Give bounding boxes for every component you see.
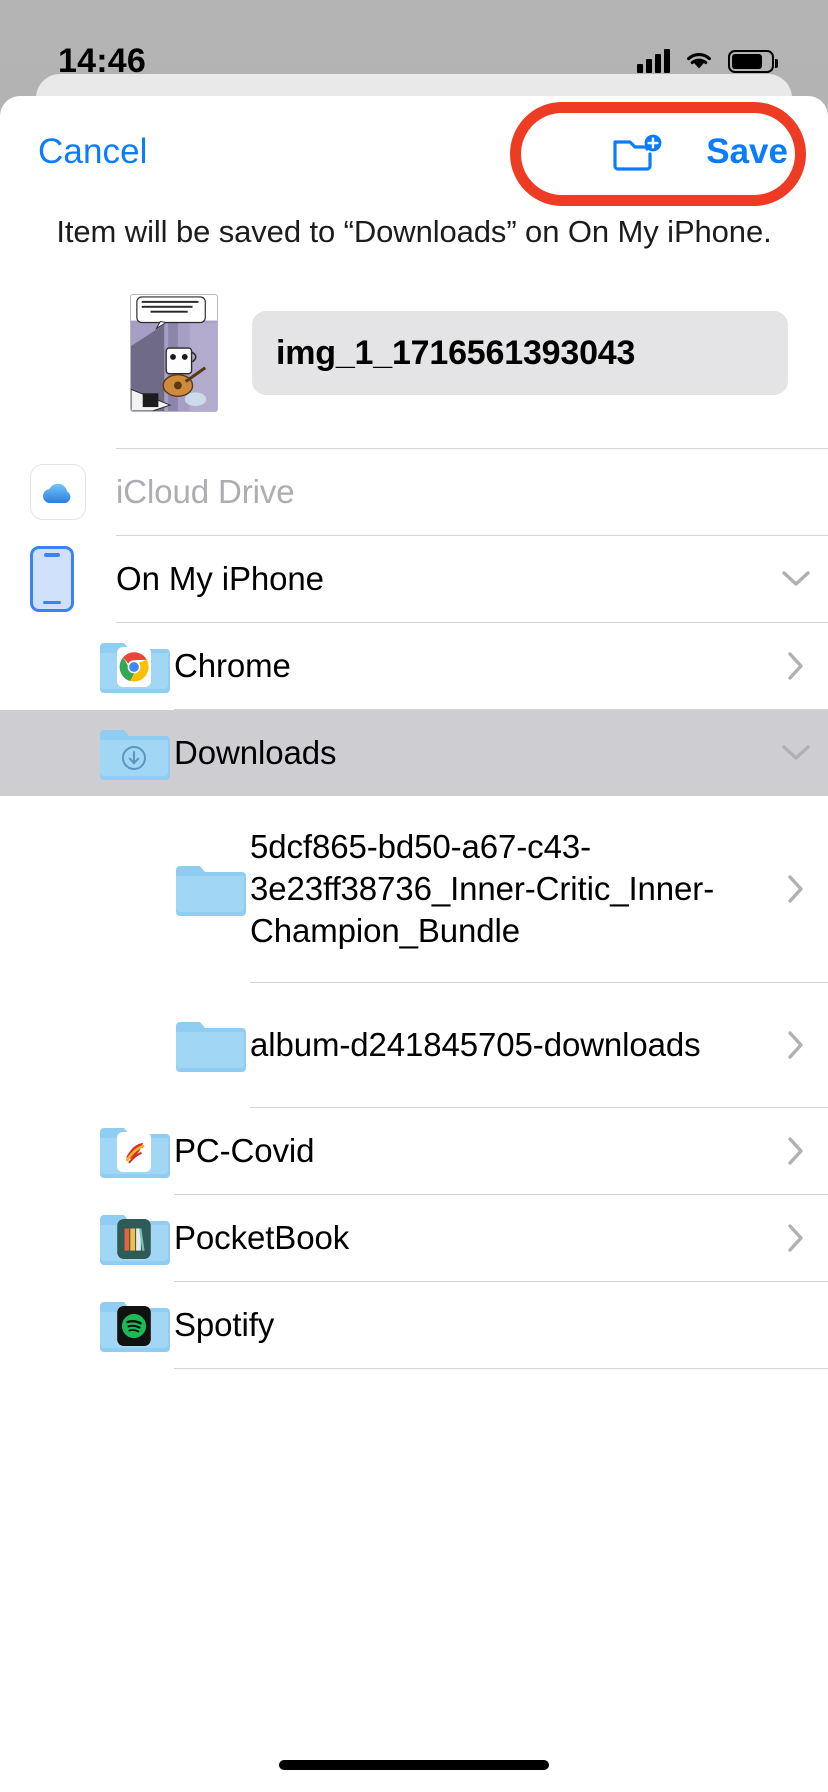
- list-item-label: Spotify: [174, 1305, 275, 1343]
- sidebar-item-icloud-drive[interactable]: iCloud Drive: [0, 449, 828, 535]
- folder-spotify-icon: [98, 1296, 170, 1354]
- folder-icon: [174, 860, 246, 918]
- sidebar-item-spotify[interactable]: Spotify: [0, 1282, 828, 1368]
- row-icon-slot: [0, 637, 174, 695]
- iphone-icon: [30, 546, 74, 612]
- status-indicators: [637, 49, 778, 73]
- sidebar-item-bundle-folder[interactable]: 5dcf865-bd50-a67-c43-3e23ff38736_Inner-C…: [0, 796, 828, 982]
- row-icon-slot: [0, 546, 116, 612]
- row-icon-slot: [0, 724, 174, 782]
- spotify-logo-icon: [117, 1306, 151, 1347]
- cancel-button[interactable]: Cancel: [38, 132, 148, 172]
- list-item-label: album-d241845705-downloads: [250, 1025, 701, 1063]
- chevron-right-icon[interactable]: [764, 651, 828, 681]
- save-sheet: Cancel Save Item will be saved to “Downl…: [0, 96, 828, 1792]
- list-item-label: iCloud Drive: [116, 472, 295, 510]
- navbar-right-actions: Save: [612, 131, 788, 173]
- sidebar-item-pocketbook[interactable]: PocketBook: [0, 1195, 828, 1281]
- list-item-wrapper: iCloud Drive: [0, 449, 828, 536]
- chevron-down-icon[interactable]: [764, 744, 828, 762]
- sidebar-item-on-my-iphone[interactable]: On My iPhone: [0, 536, 828, 622]
- sidebar-item-downloads[interactable]: Downloads: [0, 710, 828, 796]
- list-item-label: Downloads: [174, 733, 337, 771]
- sidebar-item-chrome[interactable]: Chrome: [0, 623, 828, 709]
- list-item-wrapper: PC-Covid: [0, 1108, 828, 1195]
- list-item-label: 5dcf865-bd50-a67-c43-3e23ff38736_Inner-C…: [250, 827, 715, 950]
- chevron-right-icon[interactable]: [764, 1223, 828, 1253]
- pccovid-logo-icon: [117, 1132, 151, 1173]
- row-icon-slot: [0, 1122, 174, 1180]
- pocketbook-logo-icon: [117, 1219, 151, 1260]
- list-item-label: PC-Covid: [174, 1131, 315, 1169]
- list-item-wrapper: Chrome: [0, 623, 828, 710]
- save-destination-text: Item will be saved to “Downloads” on On …: [56, 214, 772, 249]
- row-icon-slot: [0, 1016, 250, 1074]
- battery-icon: [728, 49, 778, 73]
- list-item-wrapper: Spotify: [0, 1282, 828, 1369]
- chevron-right-icon[interactable]: [764, 874, 828, 904]
- list-item-wrapper: On My iPhone: [0, 536, 828, 623]
- separator: [0, 1368, 828, 1369]
- folder-downloads-icon: [98, 724, 170, 782]
- list-item-label: Chrome: [174, 646, 291, 684]
- folder-chrome-icon: [98, 637, 170, 695]
- wifi-icon: [687, 53, 711, 69]
- cellular-signal-icon: [637, 49, 670, 73]
- iphone-screen: 14:46 Cancel Save Item will be saved to …: [0, 0, 828, 1792]
- sidebar-item-pc-covid[interactable]: PC-Covid: [0, 1108, 828, 1194]
- list-item-wrapper: album-d241845705-downloads: [0, 983, 828, 1108]
- folder-pocketbook-icon: [98, 1209, 170, 1267]
- home-indicator[interactable]: [279, 1760, 549, 1770]
- chevron-down-icon[interactable]: [764, 570, 828, 588]
- row-icon-slot: [0, 860, 250, 918]
- chrome-logo-icon: [117, 647, 151, 688]
- comic-thumbnail: [130, 294, 218, 412]
- filename-value: img_1_1716561393043: [276, 333, 636, 372]
- list-item-wrapper: PocketBook: [0, 1195, 828, 1282]
- filename-row: img_1_1716561393043: [0, 250, 828, 412]
- folder-pccovid-icon: [98, 1122, 170, 1180]
- chevron-right-icon[interactable]: [764, 1030, 828, 1060]
- row-icon-slot: [0, 1296, 174, 1354]
- list-item-label: PocketBook: [174, 1218, 350, 1256]
- sidebar-item-album-folder[interactable]: album-d241845705-downloads: [0, 983, 828, 1107]
- sheet-navbar: Cancel Save: [0, 96, 828, 208]
- folder-icon: [174, 1016, 246, 1074]
- row-icon-slot: [0, 1209, 174, 1267]
- location-list: iCloud Drive On My iPhone Chrome Downloa…: [0, 448, 828, 1369]
- new-folder-icon[interactable]: [612, 131, 662, 173]
- icloud-icon: [30, 464, 86, 520]
- row-icon-slot: [0, 464, 116, 520]
- list-item-label: On My iPhone: [116, 559, 324, 597]
- chevron-right-icon[interactable]: [764, 1136, 828, 1166]
- list-item-wrapper: 5dcf865-bd50-a67-c43-3e23ff38736_Inner-C…: [0, 796, 828, 983]
- save-button[interactable]: Save: [706, 132, 788, 172]
- list-item-wrapper: Downloads: [0, 710, 828, 796]
- filename-input[interactable]: img_1_1716561393043: [252, 311, 788, 395]
